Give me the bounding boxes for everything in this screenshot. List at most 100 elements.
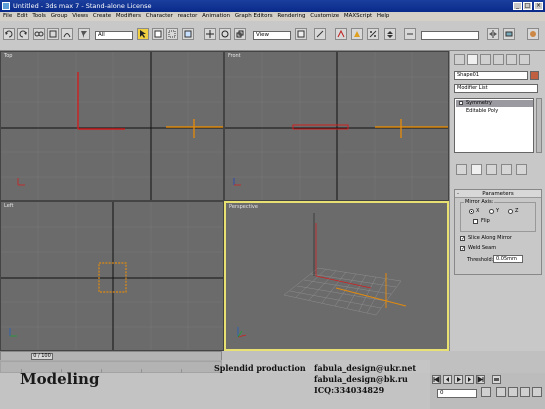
viewport-perspective-label[interactable]: Perspective [229, 204, 258, 210]
menu-reactor[interactable]: reactor [178, 12, 198, 21]
mirror-button[interactable] [487, 28, 499, 40]
material-editor-button[interactable] [527, 28, 539, 40]
redo-button[interactable] [17, 28, 29, 40]
selection-filter-dropdown[interactable]: All [95, 31, 133, 40]
slice-along-mirror-label: Slice Along Mirror [468, 235, 512, 241]
configure-sets-icon[interactable] [516, 164, 527, 175]
menu-graph-editors[interactable]: Graph Editors [235, 12, 273, 21]
viewport-front-label[interactable]: Front [228, 53, 241, 59]
menu-animation[interactable]: Animation [202, 12, 230, 21]
axis-x-radio[interactable] [469, 209, 474, 214]
menu-file[interactable]: File [3, 12, 12, 21]
collapse-icon: - [457, 191, 459, 197]
menu-modifiers[interactable]: Modifiers [116, 12, 141, 21]
pivot-point-button[interactable] [295, 28, 307, 40]
select-by-name-button[interactable] [152, 28, 164, 40]
stack-item-label: Symmetry [466, 100, 492, 106]
pin-stack-icon[interactable] [456, 164, 467, 175]
menu-group[interactable]: Group [51, 12, 68, 21]
flip-checkbox[interactable] [473, 219, 478, 224]
stack-scrollbar[interactable] [536, 98, 542, 153]
previous-frame-button[interactable] [443, 375, 452, 384]
lesson-title: Modeling [20, 370, 100, 388]
stack-item-symmetry[interactable]: Symmetry [456, 100, 533, 107]
snap-toggle-button[interactable] [335, 28, 347, 40]
angle-snap-button[interactable] [351, 28, 363, 40]
hierarchy-tab-icon[interactable] [480, 54, 491, 65]
axis-z-radio[interactable] [508, 209, 513, 214]
named-selection-icon[interactable] [404, 28, 416, 40]
viewport-perspective-grid [237, 213, 407, 338]
selection-filter-icon[interactable] [78, 28, 90, 40]
create-tab-icon[interactable] [454, 54, 465, 65]
minimize-button[interactable]: _ [513, 2, 522, 10]
undo-button[interactable] [3, 28, 15, 40]
menu-rendering[interactable]: Rendering [277, 12, 305, 21]
show-end-result-icon[interactable] [471, 164, 482, 175]
play-button[interactable] [454, 375, 463, 384]
select-object-button[interactable] [137, 28, 149, 40]
rectangular-selection-button[interactable] [166, 28, 178, 40]
select-and-move-button[interactable] [204, 28, 216, 40]
viewport-left-label[interactable]: Left [4, 203, 13, 209]
weld-seam-checkbox[interactable]: ✓ [460, 246, 465, 252]
select-and-link-button[interactable] [33, 28, 45, 40]
percent-snap-button[interactable] [367, 28, 379, 40]
menu-create[interactable]: Create [93, 12, 111, 21]
viewport-top-label[interactable]: Top [4, 53, 12, 59]
slice-along-mirror-checkbox[interactable]: ✓ [460, 236, 465, 242]
utilities-tab-icon[interactable] [519, 54, 530, 65]
remove-modifier-icon[interactable] [501, 164, 512, 175]
align-button[interactable] [503, 28, 515, 40]
maximize-button[interactable]: □ [523, 2, 532, 10]
menu-views[interactable]: Views [72, 12, 88, 21]
lightbulb-icon[interactable] [459, 101, 463, 105]
menu-maxscript[interactable]: MAXScript [344, 12, 372, 21]
arc-rotate-icon[interactable] [532, 387, 542, 397]
viewport-front-grid [225, 52, 448, 200]
menu-edit[interactable]: Edit [17, 12, 28, 21]
zoom-all-icon[interactable] [508, 387, 518, 397]
bind-space-warp-button[interactable] [61, 28, 73, 40]
pan-icon[interactable] [520, 387, 530, 397]
menu-character[interactable]: Character [146, 12, 173, 21]
modify-tab-icon[interactable] [467, 54, 478, 65]
menu-tools[interactable]: Tools [32, 12, 46, 21]
axis-y-radio[interactable] [489, 209, 494, 214]
viewport-top[interactable]: Top [0, 51, 224, 201]
threshold-spinner[interactable]: 0.05mm [493, 255, 523, 263]
modifier-list-dropdown[interactable]: Modifier List [454, 84, 538, 93]
select-manipulate-button[interactable] [314, 28, 326, 40]
command-panel-tabs [452, 54, 544, 66]
go-to-start-button[interactable] [432, 375, 441, 384]
spinner-snap-button[interactable] [384, 28, 396, 40]
go-to-end-button[interactable] [476, 375, 485, 384]
stack-item-editable-poly[interactable]: Editable Poly [456, 108, 533, 115]
time-slider-thumb[interactable]: 0 / 100 [31, 353, 53, 360]
viewport-left[interactable]: Left [0, 201, 224, 351]
key-mode-button[interactable] [492, 375, 501, 384]
parameters-rollout-header[interactable]: - Parameters [455, 190, 541, 198]
zoom-icon[interactable] [496, 387, 506, 397]
named-selection-sets-dropdown[interactable] [421, 31, 479, 40]
credits: Splendid production fabula_design@ukr.ne… [214, 363, 416, 395]
unlink-button[interactable] [47, 28, 59, 40]
make-unique-icon[interactable] [486, 164, 497, 175]
window-crossing-button[interactable] [182, 28, 194, 40]
close-button[interactable]: × [534, 2, 543, 10]
next-frame-button[interactable] [465, 375, 474, 384]
reference-coordinate-dropdown[interactable]: View [253, 31, 291, 40]
menu-customize[interactable]: Customize [310, 12, 339, 21]
select-and-rotate-button[interactable] [219, 28, 231, 40]
object-color-swatch[interactable] [530, 71, 539, 80]
menu-help[interactable]: Help [377, 12, 390, 21]
threshold-label: Threshold: [467, 257, 494, 263]
motion-tab-icon[interactable] [493, 54, 504, 65]
object-name-field[interactable]: Shape01 [454, 71, 528, 80]
select-and-scale-button[interactable] [234, 28, 246, 40]
viewport-perspective[interactable]: Perspective [224, 201, 449, 351]
time-configuration-icon[interactable] [481, 387, 491, 397]
viewport-front[interactable]: Front [224, 51, 449, 201]
display-tab-icon[interactable] [506, 54, 517, 65]
current-frame-field[interactable]: 0 [437, 389, 477, 398]
